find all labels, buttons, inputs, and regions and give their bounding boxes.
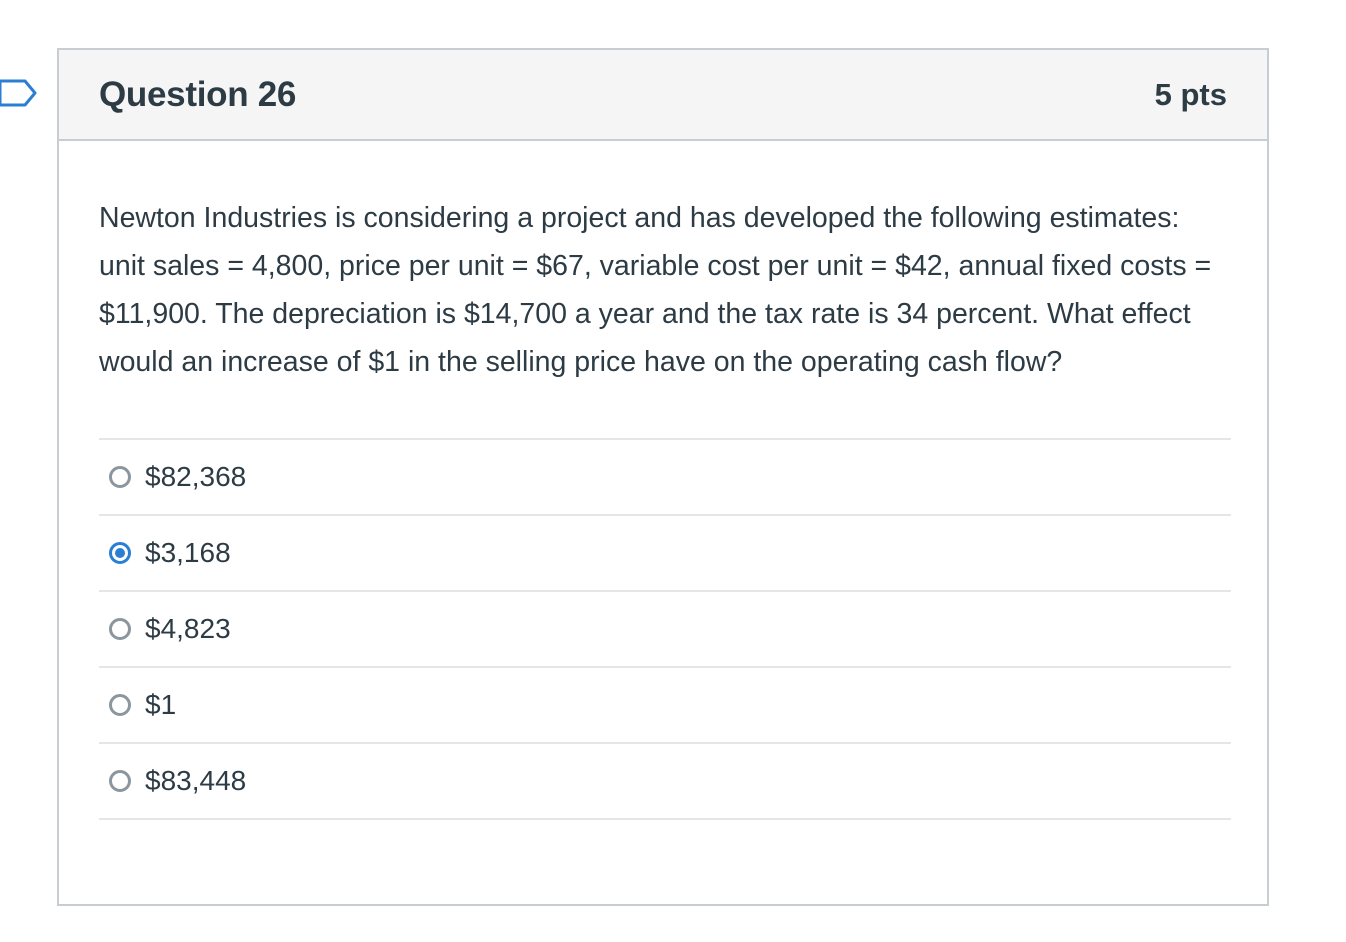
radio-button[interactable] bbox=[109, 770, 131, 792]
answer-label[interactable]: $4,823 bbox=[145, 613, 231, 645]
question-card: Question 26 5 pts Newton Industries is c… bbox=[57, 48, 1269, 906]
radio-button[interactable] bbox=[109, 618, 131, 640]
question-points: 5 pts bbox=[1154, 76, 1227, 112]
answer-option[interactable]: $1 bbox=[99, 668, 1231, 744]
answer-option[interactable]: $3,168 bbox=[99, 516, 1231, 592]
answer-option[interactable]: $83,448 bbox=[99, 744, 1231, 820]
radio-button[interactable] bbox=[109, 466, 131, 488]
answer-option[interactable]: $4,823 bbox=[99, 592, 1231, 668]
question-text: Newton Industries is considering a proje… bbox=[99, 202, 1212, 378]
answer-label[interactable]: $83,448 bbox=[145, 765, 246, 797]
radio-button[interactable] bbox=[109, 694, 131, 716]
answer-option[interactable]: $82,368 bbox=[99, 440, 1231, 516]
question-title: Question 26 bbox=[99, 74, 297, 114]
question-body: Newton Industries is considering a proje… bbox=[59, 141, 1267, 820]
radio-button-selected[interactable] bbox=[109, 542, 131, 564]
question-header: Question 26 5 pts bbox=[59, 50, 1267, 141]
answer-list: $82,368 $3,168 $4,823 $1 $83,448 bbox=[99, 438, 1231, 820]
answer-label[interactable]: $82,368 bbox=[145, 461, 246, 493]
answer-label[interactable]: $1 bbox=[145, 689, 176, 721]
question-flag-icon[interactable] bbox=[0, 78, 38, 108]
page: Question 26 5 pts Newton Industries is c… bbox=[0, 0, 1346, 942]
answer-label[interactable]: $3,168 bbox=[145, 537, 231, 569]
